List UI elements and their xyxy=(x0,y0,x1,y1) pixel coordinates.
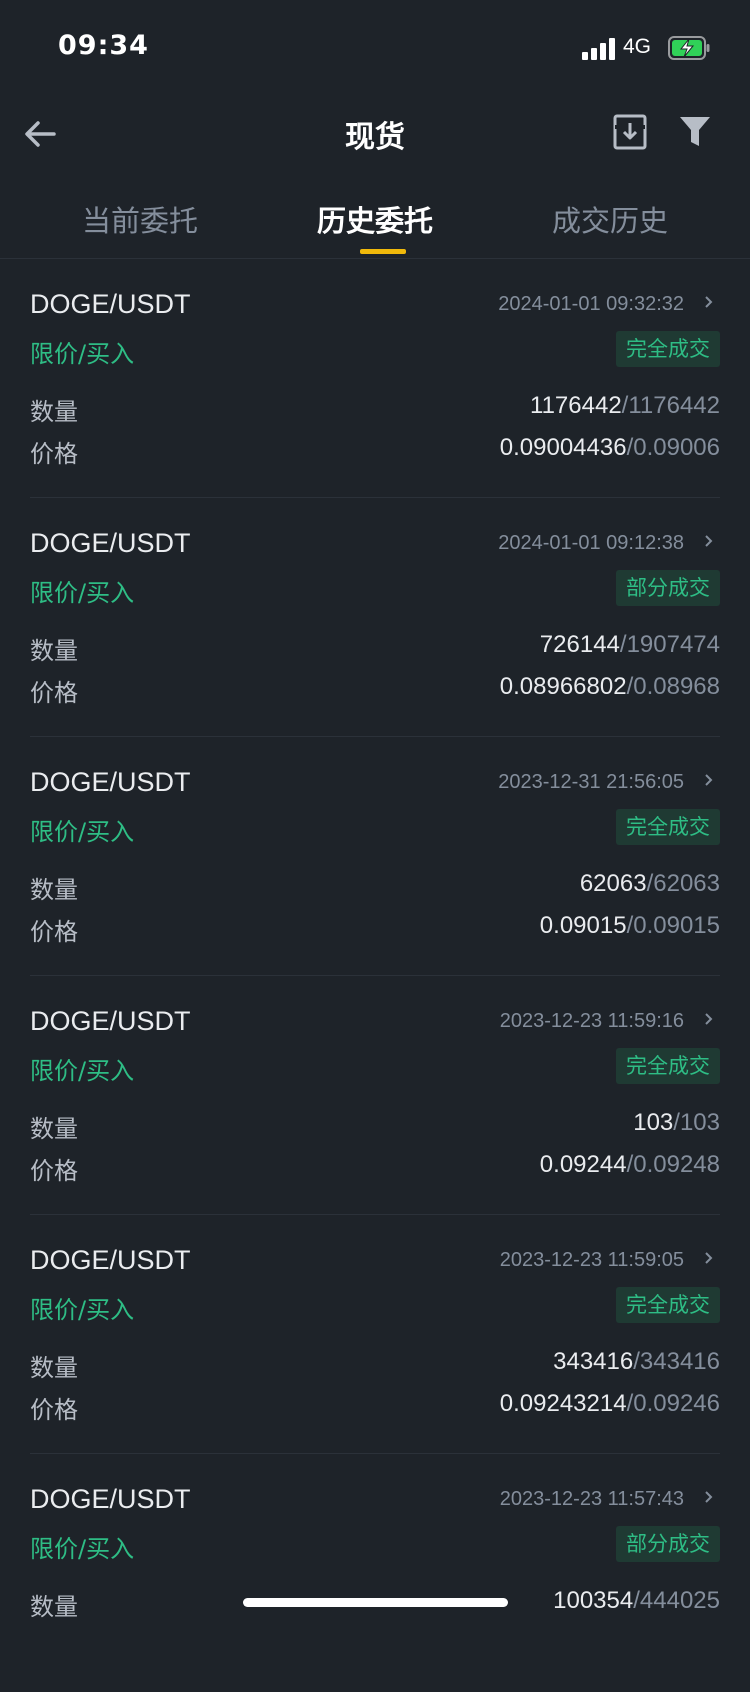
price-label: 价格 xyxy=(30,679,78,707)
chevron-right-icon[interactable] xyxy=(702,769,716,791)
order-time: 2023-12-23 11:59:05 xyxy=(499,1249,684,1271)
order-time: 2023-12-23 11:59:16 xyxy=(499,1010,684,1032)
order-card[interactable]: DOGE/USDT 2023-12-31 21:56:05 限价/买入 完全成交… xyxy=(30,737,720,976)
quantity-filled: 343416 xyxy=(553,1348,634,1375)
order-pair: DOGE/USDT xyxy=(30,767,191,797)
nav-header: 现货 xyxy=(0,100,750,188)
tab-trade-history[interactable]: 成交历史 xyxy=(500,198,720,240)
order-side: 限价/买入 xyxy=(30,1057,135,1085)
price-order: 0.09015 xyxy=(633,912,720,939)
tab-open-orders[interactable]: 当前委托 xyxy=(30,198,250,240)
quantity-value: 1176442/1176442 xyxy=(530,392,720,420)
price-average: 0.09243214 xyxy=(499,1390,627,1417)
order-tabs: 当前委托 历史委托 成交历史 xyxy=(0,188,750,259)
quantity-total: 343416 xyxy=(639,1348,720,1375)
quantity-total: 62063 xyxy=(653,870,720,897)
signal-icon xyxy=(582,38,616,60)
quantity-value: 343416/343416 xyxy=(553,1348,720,1376)
price-order: 0.08968 xyxy=(633,673,720,700)
order-card[interactable]: DOGE/USDT 2023-12-23 11:59:16 限价/买入 完全成交… xyxy=(30,976,720,1215)
active-tab-indicator xyxy=(360,249,406,254)
price-order: 0.09248 xyxy=(633,1151,720,1178)
quantity-value: 103/103 xyxy=(633,1109,720,1137)
battery-charging-icon xyxy=(668,36,710,60)
chevron-right-icon[interactable] xyxy=(702,291,716,313)
status-bar: 09:34 4G xyxy=(0,0,750,100)
chevron-right-icon[interactable] xyxy=(702,1247,716,1269)
price-average: 0.09004436 xyxy=(499,434,627,461)
quantity-value: 100354/444025 xyxy=(553,1587,720,1615)
quantity-label: 数量 xyxy=(30,1593,78,1621)
price-value: 0.09243214/0.09246 xyxy=(500,1390,720,1418)
value-separator: / xyxy=(633,1348,640,1375)
quantity-filled: 1176442 xyxy=(530,392,622,419)
tab-order-history[interactable]: 历史委托 xyxy=(265,198,485,240)
quantity-value: 726144/1907474 xyxy=(540,631,720,659)
status-badge: 完全成交 xyxy=(616,1287,720,1323)
order-pair: DOGE/USDT xyxy=(30,289,191,319)
status-badge: 部分成交 xyxy=(616,570,720,606)
price-value: 0.09015/0.09015 xyxy=(540,912,720,940)
quantity-label: 数量 xyxy=(30,876,78,904)
value-separator: / xyxy=(633,1587,640,1614)
quantity-filled: 103 xyxy=(633,1109,674,1136)
quantity-total: 1907474 xyxy=(626,631,720,658)
export-icon[interactable] xyxy=(612,112,648,152)
price-order: 0.09246 xyxy=(633,1390,720,1417)
order-side: 限价/买入 xyxy=(30,340,135,368)
price-order: 0.09006 xyxy=(633,434,720,461)
price-label: 价格 xyxy=(30,440,78,468)
quantity-filled: 726144 xyxy=(539,631,620,658)
order-card[interactable]: DOGE/USDT 2024-01-01 09:12:38 限价/买入 部分成交… xyxy=(30,498,720,737)
chevron-right-icon[interactable] xyxy=(702,530,716,552)
price-label: 价格 xyxy=(30,918,78,946)
quantity-total: 1176442 xyxy=(628,392,720,419)
order-list: DOGE/USDT 2024-01-01 09:32:32 限价/买入 完全成交… xyxy=(0,259,750,1692)
order-pair: DOGE/USDT xyxy=(30,1484,191,1514)
quantity-filled: 100354 xyxy=(553,1587,634,1614)
order-card[interactable]: DOGE/USDT 2023-12-23 11:59:05 限价/买入 完全成交… xyxy=(30,1215,720,1454)
chevron-right-icon[interactable] xyxy=(702,1008,716,1030)
order-side: 限价/买入 xyxy=(30,579,135,607)
quantity-label: 数量 xyxy=(30,398,78,426)
price-value: 0.09244/0.09248 xyxy=(540,1151,720,1179)
order-pair: DOGE/USDT xyxy=(30,1245,191,1275)
order-pair: DOGE/USDT xyxy=(30,528,191,558)
quantity-total: 103 xyxy=(679,1109,720,1136)
order-pair: DOGE/USDT xyxy=(30,1006,191,1036)
status-time: 09:34 xyxy=(58,30,149,61)
price-label: 价格 xyxy=(30,1396,78,1424)
quantity-total: 444025 xyxy=(639,1587,720,1614)
price-average: 0.09015 xyxy=(539,912,627,939)
network-type: 4G xyxy=(623,35,652,58)
value-separator: / xyxy=(619,631,627,658)
quantity-value: 62063/62063 xyxy=(580,870,720,898)
quantity-label: 数量 xyxy=(30,637,78,665)
order-time: 2024-01-01 09:12:38 xyxy=(498,532,684,554)
order-side: 限价/买入 xyxy=(30,1535,135,1563)
price-average: 0.09244 xyxy=(539,1151,627,1178)
price-value: 0.09004436/0.09006 xyxy=(500,434,720,462)
order-card[interactable]: DOGE/USDT 2024-01-01 09:32:32 限价/买入 完全成交… xyxy=(30,259,720,498)
status-badge: 完全成交 xyxy=(616,1048,720,1084)
order-side: 限价/买入 xyxy=(30,1296,135,1324)
quantity-filled: 62063 xyxy=(579,870,647,897)
status-badge: 完全成交 xyxy=(616,809,720,845)
price-average: 0.08966802 xyxy=(499,673,627,700)
filter-icon[interactable] xyxy=(678,114,712,150)
status-badge: 完全成交 xyxy=(616,331,720,367)
price-label: 价格 xyxy=(30,1157,78,1185)
order-time: 2024-01-01 09:32:32 xyxy=(498,293,684,315)
price-value: 0.08966802/0.08968 xyxy=(500,673,720,701)
order-time: 2023-12-31 21:56:05 xyxy=(498,771,684,793)
quantity-label: 数量 xyxy=(30,1354,78,1382)
value-separator: / xyxy=(673,1109,680,1136)
order-card[interactable]: DOGE/USDT 2023-12-23 11:57:43 限价/买入 部分成交… xyxy=(30,1454,720,1692)
order-side: 限价/买入 xyxy=(30,818,135,846)
home-indicator[interactable] xyxy=(243,1598,508,1607)
status-badge: 部分成交 xyxy=(616,1526,720,1562)
quantity-label: 数量 xyxy=(30,1115,78,1143)
chevron-right-icon[interactable] xyxy=(702,1486,716,1508)
order-time: 2023-12-23 11:57:43 xyxy=(499,1488,684,1510)
